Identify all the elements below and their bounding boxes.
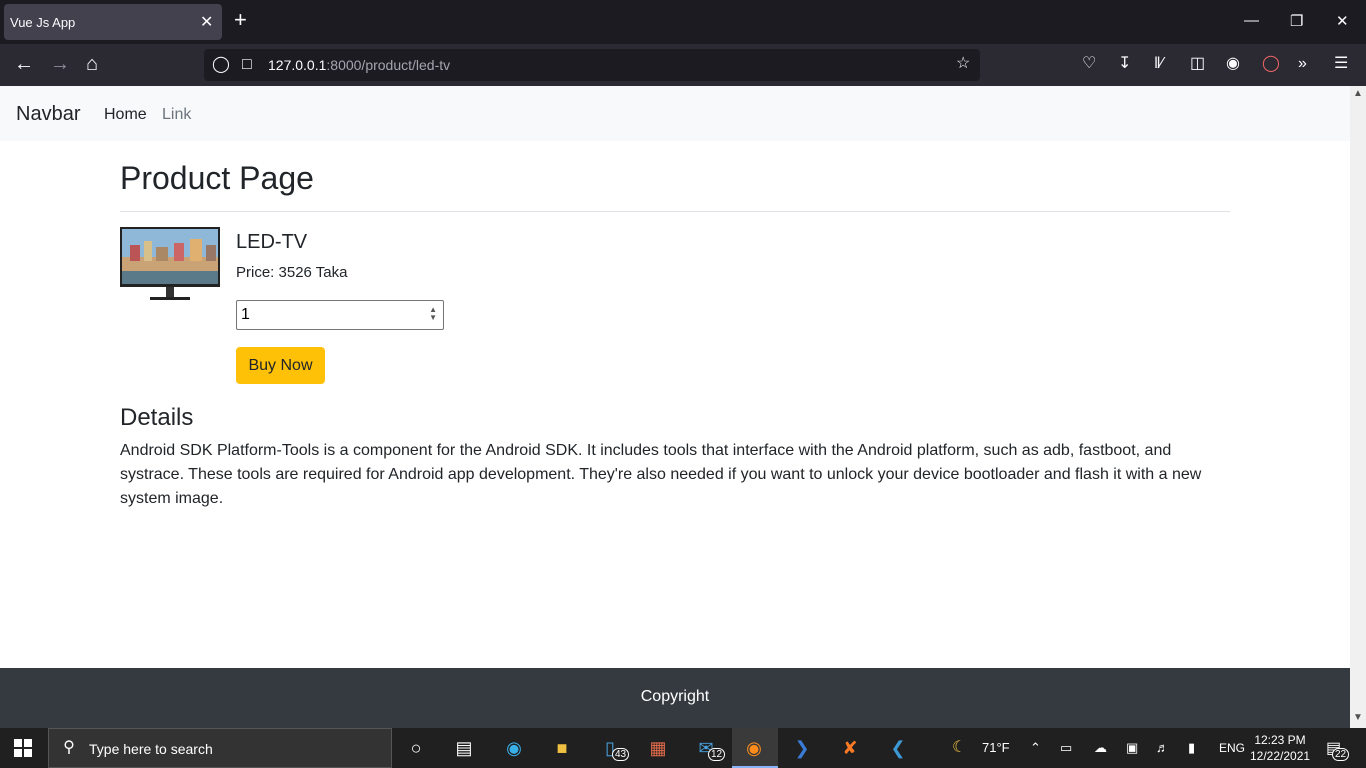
clock-date: 12/22/2021 bbox=[1250, 749, 1311, 763]
minimize-icon[interactable]: — bbox=[1244, 12, 1259, 29]
shield-icon[interactable]: ◯ bbox=[212, 56, 230, 74]
bookmark-star-icon[interactable]: ☆ bbox=[956, 55, 970, 73]
powershell-icon[interactable]: ❯ bbox=[788, 735, 816, 761]
mail-badge: 12 bbox=[708, 748, 726, 761]
store-icon[interactable]: ▦ bbox=[644, 735, 672, 761]
edge-icon[interactable]: ◉ bbox=[500, 735, 528, 761]
weather-icon[interactable]: ☾ bbox=[952, 737, 966, 757]
home-icon[interactable]: ⌂ bbox=[86, 53, 98, 75]
extension-icon[interactable]: ◉ bbox=[1226, 55, 1240, 73]
volume-icon[interactable]: ♬ bbox=[1156, 740, 1169, 755]
browser-toolbar: ← → ⌂ ◯ □ 127.0.0.1:8000/product/led-tv … bbox=[0, 44, 1366, 86]
product-name: LED-TV bbox=[236, 231, 308, 253]
color-extension-icon[interactable]: ◯ bbox=[1262, 55, 1280, 73]
tab-close-icon[interactable]: ✕ bbox=[200, 12, 213, 32]
forward-icon[interactable]: → bbox=[50, 53, 70, 75]
quantity-stepper[interactable]: 1 ▲ ▼ bbox=[236, 300, 444, 330]
windows-taskbar: ⚲ Type here to search ○ ▤ ◉ ■ ▯ 43 ▦ ✉ 1… bbox=[0, 728, 1366, 768]
details-heading: Details bbox=[120, 404, 194, 431]
page-title: Product Page bbox=[120, 160, 314, 196]
task-view-icon[interactable]: ▤ bbox=[450, 735, 478, 761]
download-icon[interactable]: ↧ bbox=[1118, 55, 1131, 73]
restore-icon[interactable]: ❐ bbox=[1290, 12, 1303, 30]
network-icon[interactable]: ▭ bbox=[1060, 740, 1072, 756]
back-icon[interactable]: ← bbox=[14, 53, 34, 75]
onedrive-icon[interactable]: ☁ bbox=[1094, 740, 1107, 756]
device-icon[interactable]: ▣ bbox=[1126, 740, 1138, 756]
browser-tab-bar: Vue Js App ✕ + — ❐ ✕ bbox=[0, 0, 1366, 44]
xampp-icon[interactable]: ✘ bbox=[836, 735, 864, 761]
firefox-icon: ◉ bbox=[746, 738, 762, 758]
navbar-brand[interactable]: Navbar bbox=[16, 103, 80, 126]
footer-copyright: Copyright bbox=[640, 688, 710, 705]
windows-start-icon[interactable] bbox=[14, 739, 32, 757]
sidebar-icon[interactable]: ◫ bbox=[1190, 55, 1205, 73]
spinner-arrows-icon[interactable]: ▲ ▼ bbox=[429, 306, 437, 322]
nav-link[interactable]: Link bbox=[162, 106, 191, 124]
url-text[interactable]: 127.0.0.1:8000/product/led-tv bbox=[268, 57, 450, 73]
notifications-badge: 22 bbox=[1332, 748, 1350, 761]
close-window-icon[interactable]: ✕ bbox=[1336, 12, 1349, 30]
vscode-icon[interactable]: ❮ bbox=[884, 735, 912, 761]
battery-icon[interactable]: ▮ bbox=[1188, 740, 1195, 756]
product-price: Price: 3526 Taka bbox=[236, 264, 348, 281]
search-icon: ⚲ bbox=[63, 739, 75, 756]
page-viewport: Navbar Home Link Product Page LED-TV Pri… bbox=[0, 86, 1350, 728]
url-path: :8000/product/led-tv bbox=[326, 57, 451, 73]
more-tools-icon[interactable]: » bbox=[1298, 55, 1307, 73]
search-placeholder: Type here to search bbox=[89, 741, 213, 757]
site-navbar: Navbar Home Link bbox=[0, 86, 1350, 141]
file-explorer-icon[interactable]: ■ bbox=[548, 735, 576, 761]
site-footer: Copyright bbox=[0, 668, 1350, 728]
divider bbox=[120, 211, 1230, 212]
library-icon[interactable]: ‖⁄ bbox=[1154, 55, 1163, 73]
menu-icon[interactable]: ☰ bbox=[1334, 55, 1348, 73]
files-badge: 43 bbox=[612, 748, 630, 761]
page-icon: □ bbox=[242, 56, 252, 73]
scroll-down-icon[interactable]: ▼ bbox=[1353, 712, 1363, 723]
cortana-icon[interactable]: ○ bbox=[402, 735, 430, 761]
new-tab-icon[interactable]: + bbox=[234, 9, 247, 31]
url-bar[interactable]: ◯ □ 127.0.0.1:8000/product/led-tv ☆ bbox=[204, 49, 980, 81]
pocket-icon[interactable]: ♡ bbox=[1082, 55, 1096, 73]
vertical-scrollbar[interactable]: ▲ ▼ bbox=[1350, 86, 1366, 728]
taskbar-search[interactable]: ⚲ Type here to search bbox=[48, 728, 392, 768]
weather-temp[interactable]: 71°F bbox=[982, 740, 1010, 755]
buy-now-button[interactable]: Buy Now bbox=[236, 347, 325, 384]
firefox-taskbar-active[interactable]: ◉ bbox=[732, 728, 778, 768]
tray-chevron-icon[interactable]: ⌃ bbox=[1030, 740, 1041, 756]
url-host: 127.0.0.1 bbox=[268, 57, 327, 73]
clock-time: 12:23 PM bbox=[1254, 733, 1306, 747]
language-indicator[interactable]: ENG bbox=[1219, 741, 1245, 755]
tab-title: Vue Js App bbox=[10, 15, 76, 30]
taskbar-clock[interactable]: 12:23 PM 12/22/2021 bbox=[1250, 732, 1310, 764]
quantity-value: 1 bbox=[241, 306, 250, 323]
product-image bbox=[120, 227, 220, 300]
browser-tab[interactable]: Vue Js App ✕ bbox=[4, 4, 222, 40]
scroll-up-icon[interactable]: ▲ bbox=[1353, 88, 1363, 99]
details-text: Android SDK Platform-Tools is a componen… bbox=[120, 442, 1202, 507]
nav-home-link[interactable]: Home bbox=[104, 106, 147, 124]
